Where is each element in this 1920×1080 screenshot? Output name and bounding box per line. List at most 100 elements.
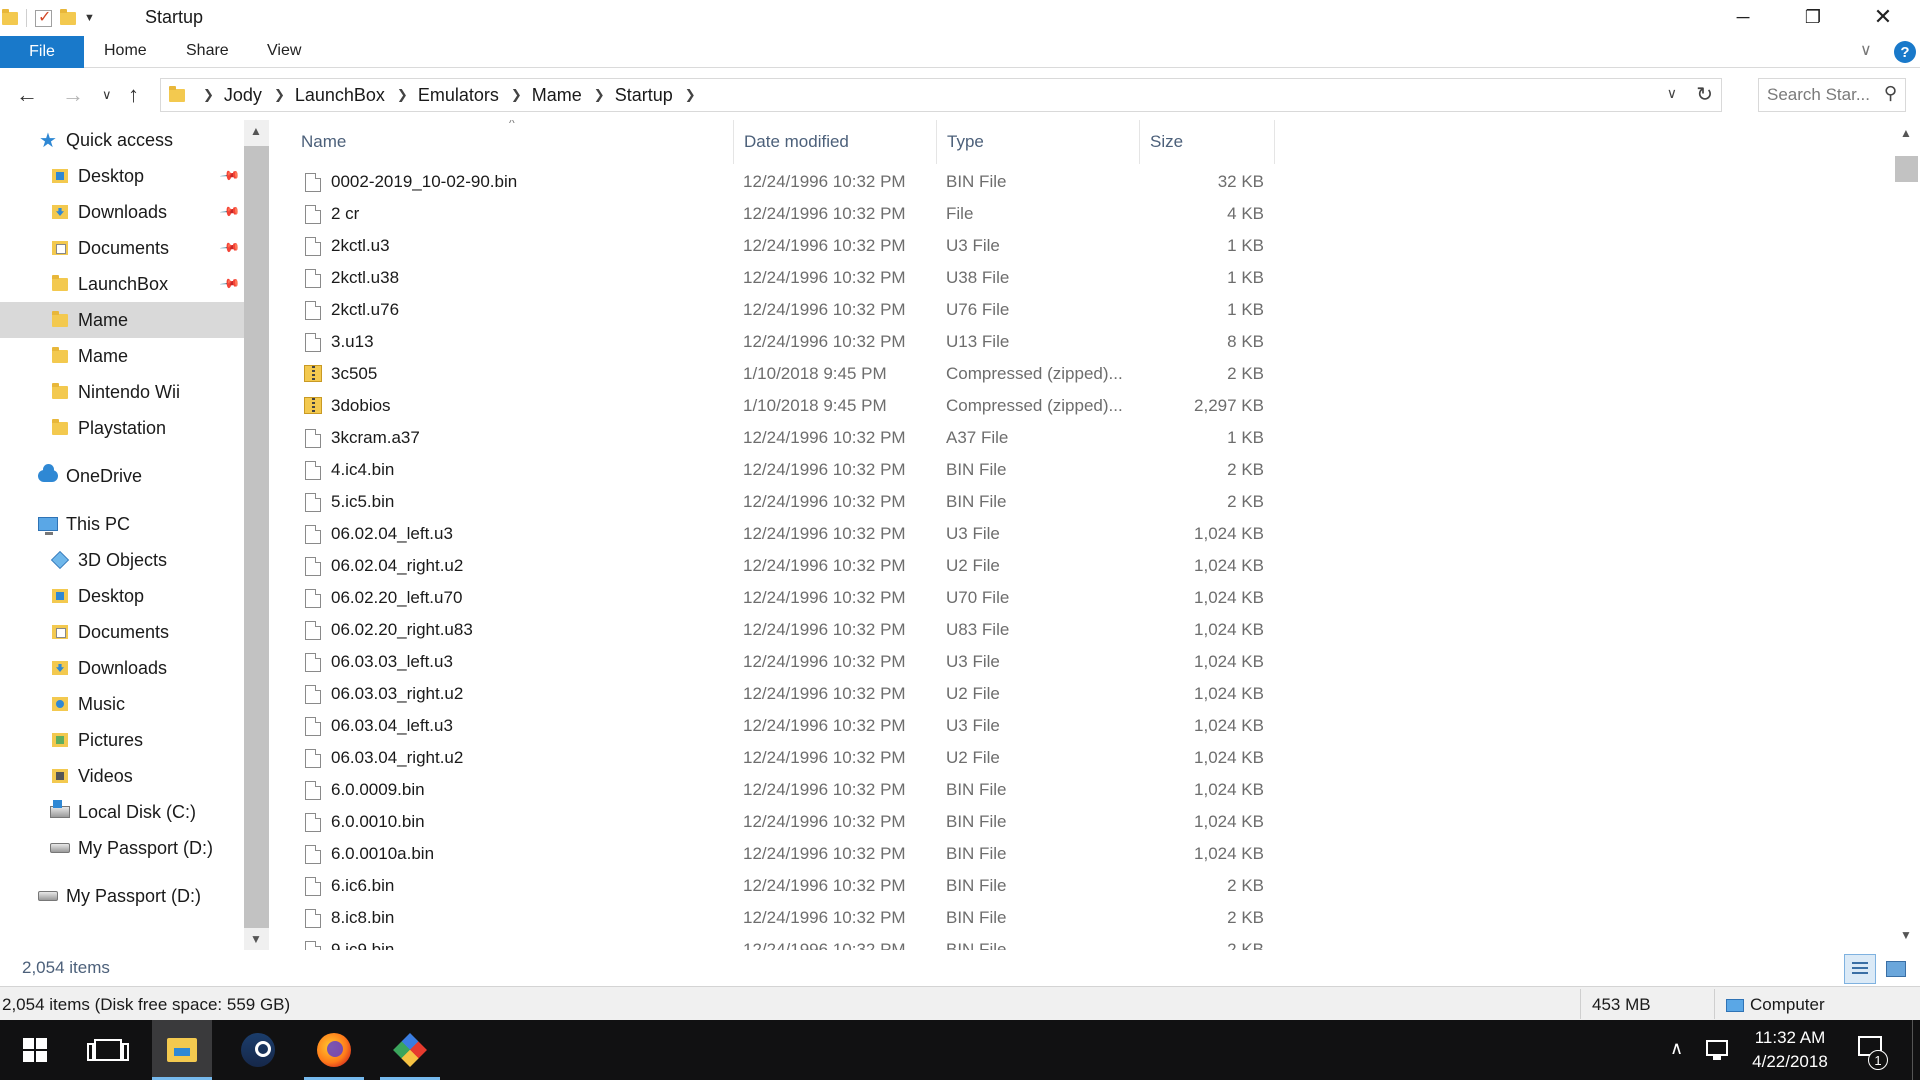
- pin-icon[interactable]: 📌: [219, 237, 241, 260]
- sidebar-item-mame[interactable]: Mame: [0, 338, 244, 374]
- table-row[interactable]: 06.02.20_right.u83 12/24/1996 10:32 PM U83…: [269, 614, 1269, 646]
- sidebar-item-desktop[interactable]: Desktop: [0, 578, 244, 614]
- column-header-size[interactable]: Size: [1140, 120, 1274, 164]
- navigation-pane-scrollbar[interactable]: ▲ ▼: [244, 120, 269, 950]
- tab-file[interactable]: File: [0, 36, 84, 68]
- sidebar-item-my-passport-d[interactable]: My Passport (D:): [0, 830, 244, 866]
- scroll-down-arrow[interactable]: ▼: [250, 932, 262, 946]
- table-row[interactable]: 6.0.0010a.bin 12/24/1996 10:32 PM BIN File…: [269, 838, 1269, 870]
- breadcrumb-launchbox[interactable]: LaunchBox: [295, 85, 385, 106]
- table-row[interactable]: 06.03.04_left.u3 12/24/1996 10:32 PM U3 Fi…: [269, 710, 1269, 742]
- search-icon[interactable]: ⚲: [1884, 83, 1897, 104]
- table-row[interactable]: 9.ic9.bin 12/24/1996 10:32 PM BIN File 2 KB: [269, 934, 1269, 950]
- sidebar-item-my-passport-d[interactable]: My Passport (D:): [0, 878, 244, 914]
- show-desktop-button[interactable]: [1912, 1020, 1920, 1080]
- breadcrumb-emulators[interactable]: Emulators: [418, 85, 499, 106]
- sidebar-item-quick-access[interactable]: ★ Quick access: [0, 122, 244, 158]
- details-view-icon[interactable]: [1844, 954, 1876, 984]
- sidebar-item-pictures[interactable]: Pictures: [0, 722, 244, 758]
- task-view-button[interactable]: [78, 1020, 138, 1080]
- table-row[interactable]: 06.03.03_left.u3 12/24/1996 10:32 PM U3 Fi…: [269, 646, 1269, 678]
- column-header-type[interactable]: Type: [937, 120, 1139, 164]
- sidebar-item-3d-objects[interactable]: 3D Objects: [0, 542, 244, 578]
- table-row[interactable]: 06.02.04_right.u2 12/24/1996 10:32 PM U2 F…: [269, 550, 1269, 582]
- table-row[interactable]: 2kctl.u76 12/24/1996 10:32 PM U76 File 1 KB: [269, 294, 1269, 326]
- column-divider[interactable]: [1274, 120, 1275, 164]
- pin-icon[interactable]: 📌: [219, 201, 241, 224]
- table-row[interactable]: 06.02.04_left.u3 12/24/1996 10:32 PM U3 Fi…: [269, 518, 1269, 550]
- file-list-scrollbar[interactable]: ▲ ▼: [1893, 120, 1920, 950]
- address-bar[interactable]: ❯ Jody ❯ LaunchBox ❯ Emulators ❯ Mame ❯ …: [160, 78, 1722, 112]
- table-row[interactable]: 8.ic8.bin 12/24/1996 10:32 PM BIN File 2 KB: [269, 902, 1269, 934]
- table-row[interactable]: 06.03.04_right.u2 12/24/1996 10:32 PM U2 F…: [269, 742, 1269, 774]
- clock[interactable]: 11:32 AM 4/22/2018: [1740, 1026, 1840, 1074]
- new-folder-icon[interactable]: [60, 8, 76, 25]
- sidebar-item-this-pc[interactable]: This PC: [0, 506, 244, 542]
- expand-ribbon-button[interactable]: ∨: [1860, 40, 1872, 60]
- scroll-up-arrow[interactable]: ▲: [250, 124, 262, 138]
- properties-icon[interactable]: [35, 7, 52, 27]
- scrollbar-thumb[interactable]: [1895, 156, 1918, 182]
- network-icon[interactable]: [1706, 1040, 1728, 1060]
- table-row[interactable]: 3dobios 1/10/2018 9:45 PM Compressed (zipp…: [269, 390, 1269, 422]
- search-input[interactable]: [1767, 85, 1877, 105]
- sidebar-item-launchbox[interactable]: LaunchBox 📌: [0, 266, 244, 302]
- breadcrumb-separator[interactable]: ❯: [594, 87, 605, 103]
- scroll-up-arrow[interactable]: ▲: [1900, 126, 1912, 140]
- table-row[interactable]: 06.03.03_right.u2 12/24/1996 10:32 PM U2 F…: [269, 678, 1269, 710]
- taskbar-firefox[interactable]: [304, 1020, 364, 1080]
- breadcrumb-startup[interactable]: Startup: [615, 85, 673, 106]
- recent-locations-button[interactable]: ∨: [102, 87, 112, 103]
- address-dropdown-button[interactable]: ∨: [1667, 85, 1677, 102]
- taskbar-steam[interactable]: [228, 1020, 288, 1080]
- tab-share[interactable]: Share: [186, 42, 229, 60]
- breadcrumb-separator[interactable]: ❯: [274, 87, 285, 103]
- tab-home[interactable]: Home: [104, 42, 147, 60]
- sidebar-item-playstation[interactable]: Playstation: [0, 410, 244, 446]
- sidebar-item-onedrive[interactable]: OneDrive: [0, 458, 244, 494]
- restore-button[interactable]: ❐: [1778, 0, 1848, 34]
- pin-icon[interactable]: 📌: [219, 165, 241, 188]
- tab-view[interactable]: View: [267, 42, 301, 60]
- forward-button[interactable]: →: [62, 82, 84, 108]
- scroll-down-arrow[interactable]: ▼: [1900, 928, 1912, 942]
- up-button[interactable]: ↑: [128, 82, 139, 108]
- sidebar-item-local-disk-c[interactable]: Local Disk (C:): [0, 794, 244, 830]
- table-row[interactable]: 6.0.0010.bin 12/24/1996 10:32 PM BIN File 1…: [269, 806, 1269, 838]
- back-button[interactable]: ←: [16, 82, 38, 108]
- sidebar-item-music[interactable]: Music: [0, 686, 244, 722]
- help-icon[interactable]: ?: [1894, 41, 1916, 63]
- sidebar-item-documents[interactable]: Documents 📌: [0, 230, 244, 266]
- sidebar-item-downloads[interactable]: Downloads 📌: [0, 194, 244, 230]
- sidebar-item-videos[interactable]: Videos: [0, 758, 244, 794]
- table-row[interactable]: 2kctl.u38 12/24/1996 10:32 PM U38 File 1 KB: [269, 262, 1269, 294]
- show-hidden-icons-button[interactable]: ∧: [1670, 1038, 1683, 1059]
- close-button[interactable]: ✕: [1848, 0, 1918, 34]
- breadcrumb-separator[interactable]: ❯: [685, 87, 696, 103]
- table-row[interactable]: 3kcram.a37 12/24/1996 10:32 PM A37 File 1 K…: [269, 422, 1269, 454]
- breadcrumb-separator[interactable]: ❯: [397, 87, 408, 103]
- large-icons-view-icon[interactable]: [1884, 958, 1908, 980]
- sidebar-item-nintendo-wii[interactable]: Nintendo Wii: [0, 374, 244, 410]
- breadcrumb-mame[interactable]: Mame: [532, 85, 582, 106]
- table-row[interactable]: 6.0.0009.bin 12/24/1996 10:32 PM BIN File 1…: [269, 774, 1269, 806]
- sidebar-item-downloads[interactable]: Downloads: [0, 650, 244, 686]
- table-row[interactable]: 06.02.20_left.u70 12/24/1996 10:32 PM U70 …: [269, 582, 1269, 614]
- start-button[interactable]: [5, 1020, 65, 1080]
- table-row[interactable]: 2kctl.u3 12/24/1996 10:32 PM U3 File 1 KB: [269, 230, 1269, 262]
- customize-toolbar-dropdown[interactable]: ▼: [84, 12, 95, 24]
- sidebar-item-desktop[interactable]: Desktop 📌: [0, 158, 244, 194]
- taskbar-launchbox[interactable]: [380, 1020, 440, 1080]
- minimize-button[interactable]: ─: [1708, 0, 1778, 34]
- scrollbar-thumb[interactable]: [244, 146, 269, 928]
- table-row[interactable]: 2 cr 12/24/1996 10:32 PM File 4 KB: [269, 198, 1269, 230]
- breadcrumb-jody[interactable]: Jody: [224, 85, 262, 106]
- taskbar-file-explorer[interactable]: [152, 1020, 212, 1080]
- pin-icon[interactable]: 📌: [219, 273, 241, 296]
- table-row[interactable]: 0002-2019_10-02-90.bin 12/24/1996 10:32 P…: [269, 166, 1269, 198]
- table-row[interactable]: 3c505 1/10/2018 9:45 PM Compressed (zipped…: [269, 358, 1269, 390]
- sidebar-item-documents[interactable]: Documents: [0, 614, 244, 650]
- table-row[interactable]: 3.u13 12/24/1996 10:32 PM U13 File 8 KB: [269, 326, 1269, 358]
- breadcrumb-separator[interactable]: ❯: [511, 87, 522, 103]
- column-header-date[interactable]: Date modified: [734, 120, 936, 164]
